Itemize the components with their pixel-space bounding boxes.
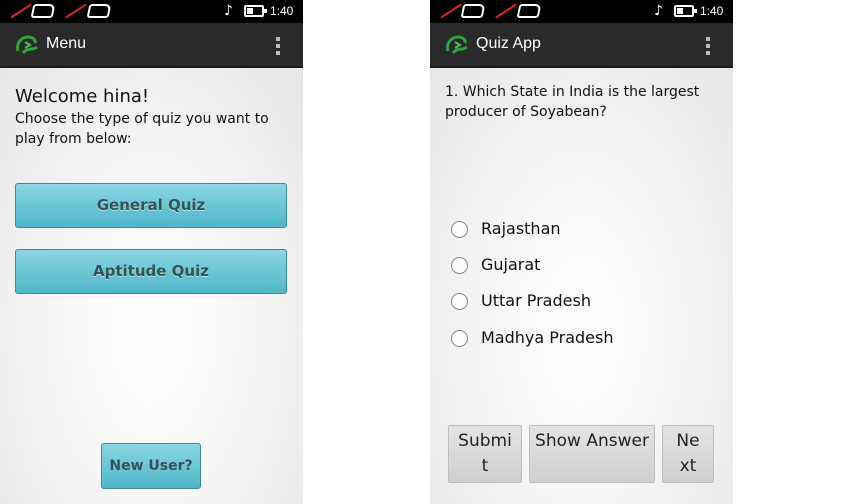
option-label[interactable]: Uttar Pradesh: [481, 291, 591, 310]
welcome-text: Welcome hina!: [15, 86, 150, 107]
status-time: 1:40: [700, 4, 724, 18]
sim1-no-signal-icon: [439, 3, 486, 19]
radio-button[interactable]: [451, 257, 468, 274]
action-bar-title: Menu: [46, 35, 87, 52]
show-answer-button[interactable]: Show Answer: [529, 425, 655, 483]
battery-icon: [244, 5, 267, 17]
quiz-screen: ♪ 1:40 Quiz App 1. Which State in India …: [430, 0, 733, 504]
option-label[interactable]: Madhya Pradesh: [481, 328, 614, 347]
sim1-no-signal-icon: [9, 3, 56, 19]
status-time: 1:40: [270, 4, 294, 18]
overflow-menu-icon[interactable]: [276, 37, 280, 55]
action-bar: Quiz App: [430, 23, 733, 68]
new-user-button[interactable]: New User?: [101, 443, 201, 489]
question-text: 1. Which State in India is the largest p…: [445, 84, 700, 120]
option-label[interactable]: Gujarat: [481, 255, 540, 274]
sim2-no-signal-icon: [494, 3, 542, 19]
action-bar: Menu: [0, 23, 303, 68]
action-bar-title: Quiz App: [476, 35, 541, 52]
app-logo-icon: [446, 35, 468, 55]
instruction-text: Choose the type of quiz you want to play…: [15, 111, 269, 147]
status-bar: ♪ 1:40: [430, 0, 733, 23]
radio-button[interactable]: [451, 221, 468, 238]
app-logo-icon: [16, 35, 38, 55]
submit-button[interactable]: Submit: [448, 425, 522, 483]
option-label[interactable]: Rajasthan: [481, 219, 561, 238]
radio-button[interactable]: [451, 330, 468, 347]
menu-content: Welcome hina! Choose the type of quiz yo…: [0, 68, 303, 504]
next-button[interactable]: Next: [662, 425, 714, 483]
quiz-content: 1. Which State in India is the largest p…: [430, 68, 733, 504]
overflow-menu-icon[interactable]: [706, 37, 710, 55]
general-quiz-button[interactable]: General Quiz: [15, 183, 287, 228]
music-note-muted-icon: ♪: [654, 3, 663, 19]
battery-icon: [674, 5, 697, 17]
sim2-no-signal-icon: [64, 3, 112, 19]
radio-button[interactable]: [451, 293, 468, 310]
menu-screen: ♪ 1:40 Menu Welcome hina! Choose the typ…: [0, 0, 303, 504]
status-bar: ♪ 1:40: [0, 0, 303, 23]
aptitude-quiz-button[interactable]: Aptitude Quiz: [15, 249, 287, 294]
music-note-muted-icon: ♪: [224, 3, 233, 19]
